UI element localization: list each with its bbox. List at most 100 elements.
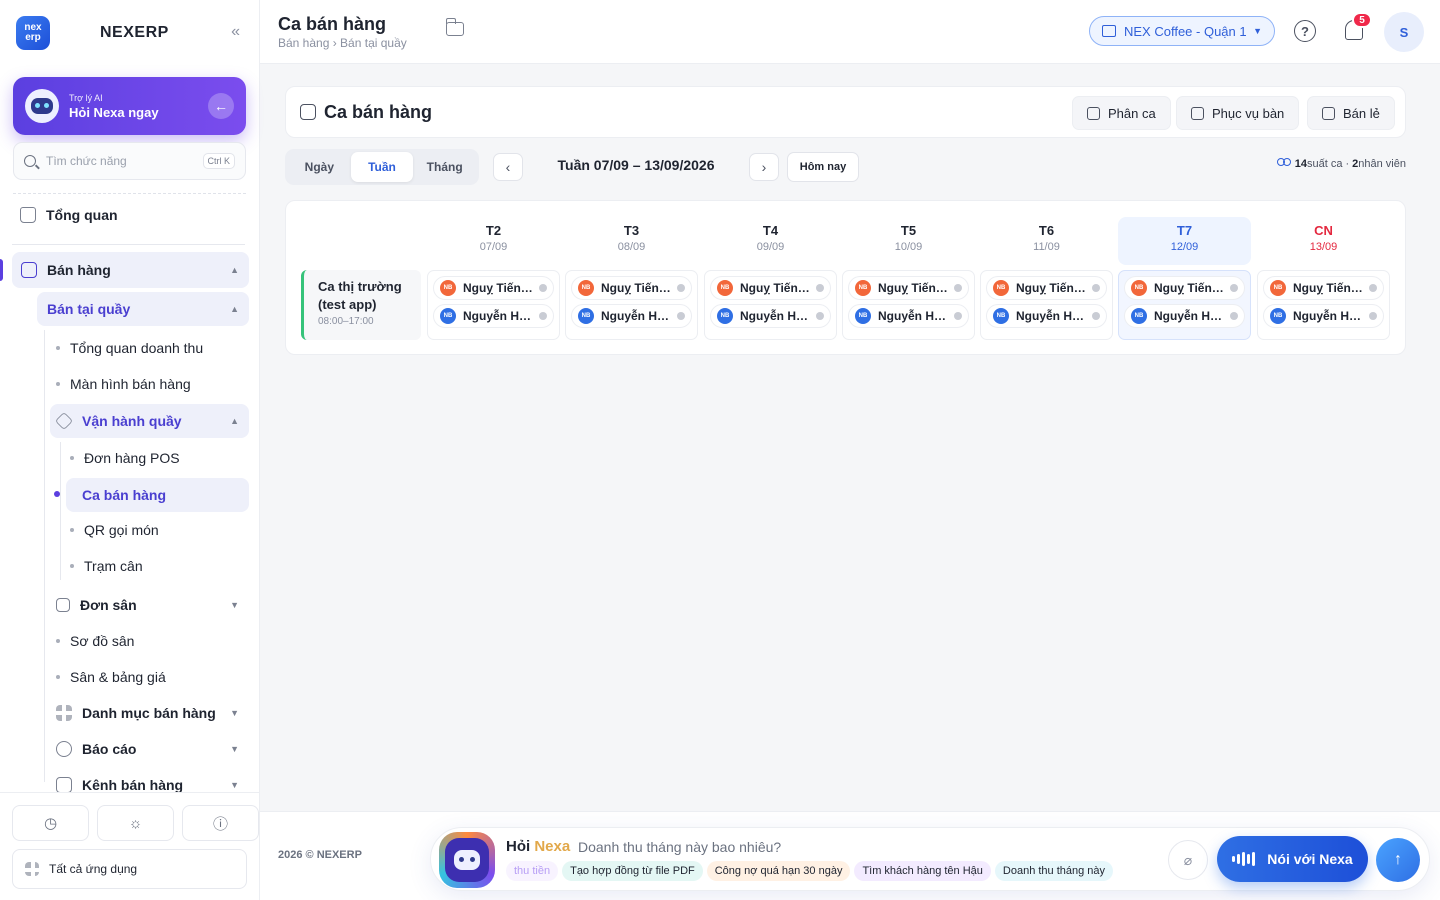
staff-avatar: NB <box>1270 308 1286 324</box>
sun-icon: ☼ <box>128 814 143 832</box>
sidebar-item-qr-order[interactable]: QR gọi món <box>70 519 246 541</box>
staff-chip[interactable]: NB Nguỵ Tiến… <box>433 276 554 300</box>
prev-week-button[interactable]: ‹ <box>493 153 523 181</box>
staff-chip[interactable]: NB Nguyễn H… <box>986 304 1107 328</box>
attach-button[interactable]: ⌀ <box>1168 840 1208 880</box>
alert-button[interactable]: ⓘ <box>182 805 259 841</box>
sidebar-item-shifts[interactable]: Ca bán hàng <box>66 478 249 512</box>
day-header: T6 11/09 <box>980 217 1113 265</box>
history-button[interactable]: ◷ <box>12 805 89 841</box>
shift-cell[interactable]: NB Nguỵ Tiến… NB Nguyễn H… <box>1118 270 1251 340</box>
chevron-down-icon: ▼ <box>230 780 239 790</box>
day-date: 10/09 <box>894 241 923 253</box>
staff-avatar: NB <box>717 308 733 324</box>
tab-month[interactable]: Tháng <box>413 152 476 182</box>
staff-chip[interactable]: NB Nguyễn H… <box>433 304 554 328</box>
table-service-button[interactable]: Phục vụ bàn <box>1176 96 1300 130</box>
sidebar-item-label: Bán tại quầy <box>47 301 131 317</box>
bullet <box>56 639 60 643</box>
arrow-left-icon[interactable]: ← <box>208 93 234 119</box>
staff-chip[interactable]: NB Nguỵ Tiến… <box>986 276 1107 300</box>
channel-icon <box>56 777 72 792</box>
sidebar-item-revenue-overview[interactable]: Tổng quan doanh thu <box>56 337 246 359</box>
theme-button[interactable]: ☼ <box>97 805 174 841</box>
sidebar-item-sales[interactable]: Bán hàng ▲ <box>12 252 249 288</box>
staff-chip[interactable]: NB Nguyễn H… <box>1124 304 1245 328</box>
staff-avatar: NB <box>440 280 456 296</box>
sidebar-item-sales-channels[interactable]: Kênh bán hàng ▼ <box>56 774 249 792</box>
page-title: Ca bán hàng <box>278 14 387 34</box>
staff-chip[interactable]: NB Nguyễn Hoài… <box>1263 304 1384 328</box>
tab-day[interactable]: Ngày <box>288 152 351 182</box>
day-date: 13/09 <box>1309 241 1338 253</box>
staff-chip[interactable]: NB Nguyễn H… <box>848 304 969 328</box>
staff-chip[interactable]: NB Nguyễn H… <box>571 304 692 328</box>
search-input[interactable] <box>46 154 203 168</box>
staff-avatar: NB <box>1131 280 1147 296</box>
bullet <box>70 456 74 460</box>
sidebar-item-scale-station[interactable]: Trạm cân <box>70 555 246 577</box>
sidebar-item-counter-sales[interactable]: Bán tại quầy ▲ <box>37 292 249 326</box>
retail-button[interactable]: Bán lẻ <box>1307 96 1395 130</box>
brand: nex erp NEXERP « <box>16 15 246 51</box>
shift-cell[interactable]: NB Nguỵ Tiến… NB Nguyễn H… <box>427 270 560 340</box>
bullet <box>56 675 60 679</box>
sidebar-item-counter-ops[interactable]: Vận hành quầy ▲ <box>50 404 249 438</box>
day-name: T5 <box>900 223 917 238</box>
staff-name: Nguyễn H… <box>878 309 947 323</box>
home-icon <box>20 207 36 223</box>
people-icon <box>1276 158 1291 170</box>
staff-chip[interactable]: NB Nguyễn H… <box>710 304 831 328</box>
help-icon[interactable]: ? <box>1294 20 1316 42</box>
store-selector[interactable]: NEX Coffee - Quận 1 ▼ <box>1089 16 1275 46</box>
suggestion-chip[interactable]: thu tiền <box>506 861 559 881</box>
button-label: Bán lẻ <box>1343 105 1380 121</box>
breadcrumb[interactable]: Bán hàng › Bán tại quầy <box>278 36 407 50</box>
button-label: Phân ca <box>1108 105 1156 121</box>
status-dot <box>539 284 547 292</box>
sidebar-item-court-map[interactable]: Sơ đồ sân <box>56 630 246 652</box>
staff-name: Nguyễn H… <box>463 309 532 323</box>
ai-assistant-card[interactable]: Trợ lý AI Hỏi Nexa ngay ← <box>13 77 246 135</box>
sidebar-item-pos-orders[interactable]: Đơn hàng POS <box>70 447 246 469</box>
sidebar-item-court-orders[interactable]: Đơn sân ▼ <box>56 594 249 616</box>
staff-chip[interactable]: NB Nguỵ Tiến… <box>571 276 692 300</box>
suggestion-chip[interactable]: Tìm khách hàng tên Hậu <box>854 861 991 881</box>
sidebar-item-sales-catalog[interactable]: Danh mục bán hàng ▼ <box>56 702 249 724</box>
sidebar-item-courts-pricing[interactable]: Sân & bảng giá <box>56 666 246 688</box>
day-name: T4 <box>762 223 779 238</box>
suggestion-chip[interactable]: Doanh thu tháng này <box>994 861 1114 881</box>
staff-chip[interactable]: NB Nguỵ Tiến… <box>710 276 831 300</box>
shift-label[interactable]: Ca thị trường (test app) 08:00–17:00 <box>301 270 421 340</box>
shift-cell[interactable]: NB Nguỵ Tiến… NB Nguyễn H… <box>980 270 1113 340</box>
send-button[interactable]: ↑ <box>1376 838 1420 882</box>
today-button[interactable]: Hôm nay <box>787 152 859 182</box>
shift-cell[interactable]: NB Nguỵ Tiến Bảo NB Nguyễn Hoài… <box>1257 270 1390 340</box>
sidebar-item-reports[interactable]: Báo cáo ▼ <box>56 738 249 760</box>
staff-chip[interactable]: NB Nguỵ Tiến… <box>848 276 969 300</box>
folder-icon[interactable] <box>445 18 464 36</box>
collapse-sidebar-icon[interactable]: « <box>231 23 240 41</box>
suggestion-chip[interactable]: Tạo hợp đồng từ file PDF <box>562 861 703 881</box>
shift-cell[interactable]: NB Nguỵ Tiến… NB Nguyễn H… <box>565 270 698 340</box>
sidebar-item-label: Ca bán hàng <box>82 487 167 503</box>
nexa-robot-icon[interactable] <box>439 832 495 888</box>
day-name: T2 <box>485 223 502 238</box>
user-avatar[interactable]: S <box>1384 12 1424 52</box>
staff-chip[interactable]: NB Nguỵ Tiến… <box>1124 276 1245 300</box>
talk-to-nexa-button[interactable]: Nói với Nexa <box>1217 836 1368 882</box>
all-apps-button[interactable]: Tất cả ứng dụng <box>12 849 247 889</box>
sidebar-item-overview[interactable]: Tổng quan <box>20 204 245 226</box>
app-logo[interactable]: nex erp <box>16 16 50 50</box>
shift-cell[interactable]: NB Nguỵ Tiến… NB Nguyễn H… <box>842 270 975 340</box>
sidebar-footer: ◷ ☼ ⓘ Tất cả ứng dụng <box>0 792 259 900</box>
shift-cell[interactable]: NB Nguỵ Tiến… NB Nguyễn H… <box>704 270 837 340</box>
staff-chip[interactable]: NB Nguỵ Tiến Bảo <box>1263 276 1384 300</box>
tab-week[interactable]: Tuần <box>350 152 414 182</box>
assign-shift-button[interactable]: Phân ca <box>1072 96 1171 130</box>
sidebar-item-sales-screen[interactable]: Màn hình bán hàng <box>56 373 246 395</box>
ask-input[interactable]: Doanh thu tháng này bao nhiêu? <box>578 839 781 855</box>
next-week-button[interactable]: › <box>749 153 779 181</box>
week-range: Tuần 07/09 – 13/09/2026 <box>557 157 715 173</box>
suggestion-chip[interactable]: Công nợ quá hạn 30 ngày <box>706 861 851 881</box>
